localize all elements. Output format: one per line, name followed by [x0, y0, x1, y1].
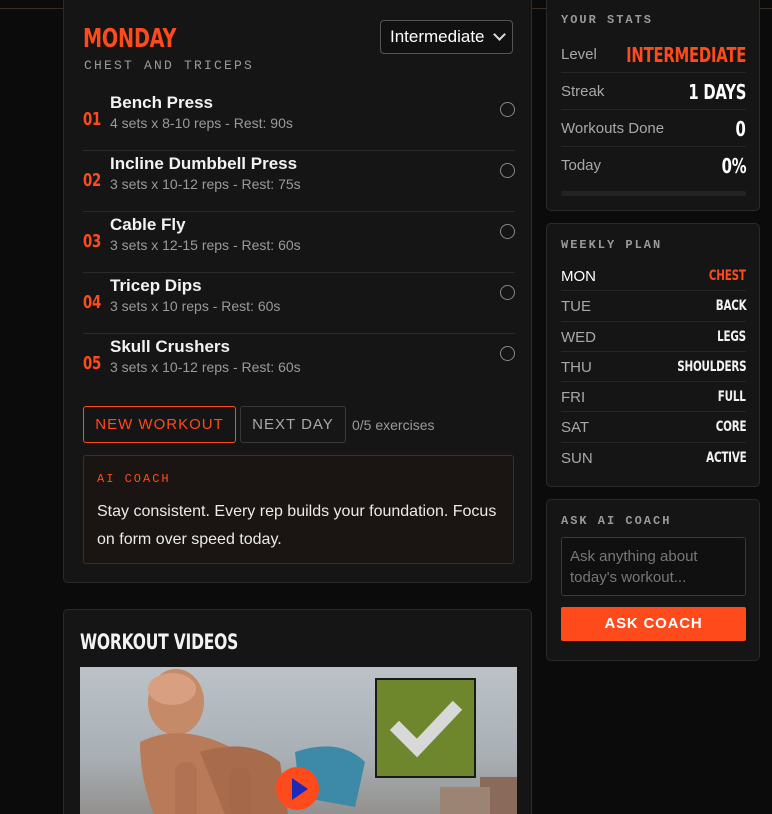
plan-focus: LEGS	[717, 328, 746, 345]
exercise-checkbox[interactable]	[500, 346, 515, 361]
stat-value: INTERMEDIATE	[626, 43, 746, 67]
stat-key: Streak	[561, 83, 605, 100]
stat-value: 1 DAYS	[688, 80, 746, 104]
exercise-checkbox[interactable]	[500, 102, 515, 117]
plan-day: TUE	[561, 298, 591, 316]
exercise-checkbox[interactable]	[500, 285, 515, 300]
plan-focus: CHEST	[709, 268, 746, 284]
exercise-row[interactable]: 04 Tricep Dips 3 sets x 10 reps - Rest: …	[83, 273, 515, 334]
plan-row-wed[interactable]: WED LEGS	[561, 322, 746, 352]
plan-focus: FULL	[718, 389, 746, 406]
plan-row-fri[interactable]: FRI FULL	[561, 382, 746, 413]
ask-coach-button[interactable]: ASK COACH	[561, 607, 746, 641]
exercise-row[interactable]: 01 Bench Press 4 sets x 8-10 reps - Rest…	[83, 90, 515, 151]
stat-key: Level	[561, 46, 597, 63]
exercise-number: 04	[83, 292, 102, 313]
ask-ai-coach-card: ASK AI COACH ASK COACH	[546, 499, 760, 661]
plan-row-sat[interactable]: SAT CORE	[561, 412, 746, 443]
exercise-row[interactable]: 05 Skull Crushers 3 sets x 10-12 reps - …	[83, 334, 515, 395]
exercise-detail: 3 sets x 10 reps - Rest: 60s	[110, 298, 281, 314]
ai-coach-box: AI COACH Stay consistent. Every rep buil…	[83, 455, 514, 564]
plan-day: MON	[561, 268, 596, 285]
exercise-checkbox[interactable]	[500, 224, 515, 239]
new-workout-button[interactable]: NEW WORKOUT	[83, 406, 236, 443]
plan-focus: CORE	[715, 419, 746, 436]
plan-row-mon[interactable]: MON CHEST	[561, 261, 746, 292]
plan-day: SUN	[561, 449, 593, 467]
your-stats-card: YOUR STATS Level INTERMEDIATE Streak 1 D…	[546, 0, 760, 211]
stat-row-streak: Streak 1 DAYS	[561, 73, 746, 110]
exercise-number: 01	[83, 109, 102, 130]
plan-focus: SHOULDERS	[676, 358, 746, 375]
plan-focus: BACK	[715, 298, 746, 315]
chevron-down-icon	[493, 28, 506, 41]
ai-coach-message: Stay consistent. Every rep builds your f…	[97, 503, 497, 548]
exercise-detail: 3 sets x 12-15 reps - Rest: 60s	[110, 237, 301, 253]
play-button[interactable]	[276, 767, 319, 810]
exercise-number: 05	[83, 353, 102, 374]
videos-title: WORKOUT VIDEOS	[80, 630, 239, 654]
exercise-row[interactable]: 03 Cable Fly 3 sets x 12-15 reps - Rest:…	[83, 212, 515, 273]
stat-row-today: Today 0%	[561, 147, 746, 184]
weekly-plan-card: WEEKLY PLAN MON CHEST TUE BACK WED LEGS …	[546, 223, 760, 487]
stat-value: 0%	[721, 154, 746, 178]
exercise-row[interactable]: 02 Incline Dumbbell Press 3 sets x 10-12…	[83, 151, 515, 212]
video-thumbnail[interactable]	[80, 667, 517, 814]
exercise-name: Bench Press	[110, 93, 213, 112]
exercise-name: Skull Crushers	[110, 337, 230, 356]
day-title: MONDAY	[83, 24, 177, 54]
exercise-checkbox[interactable]	[500, 163, 515, 178]
exercise-detail: 4 sets x 8-10 reps - Rest: 90s	[110, 115, 293, 131]
plan-day: WED	[561, 328, 596, 346]
play-icon	[292, 778, 308, 800]
weekly-plan-list: MON CHEST TUE BACK WED LEGS THU SHOULDER…	[561, 261, 746, 473]
exercise-number: 03	[83, 231, 102, 252]
plan-day: THU	[561, 358, 592, 376]
plan-row-thu[interactable]: THU SHOULDERS	[561, 352, 746, 383]
stat-key: Workouts Done	[561, 120, 665, 137]
exercise-progress-text: 0/5 exercises	[352, 417, 435, 433]
workout-videos-card: WORKOUT VIDEOS	[63, 609, 532, 814]
exercise-name: Tricep Dips	[110, 276, 202, 295]
workout-card: MONDAY CHEST AND TRICEPS Intermediate 01…	[63, 0, 532, 583]
stat-value: 0	[735, 117, 746, 141]
weekly-plan-label: WEEKLY PLAN	[561, 238, 663, 252]
stats-label: YOUR STATS	[561, 13, 654, 27]
ask-coach-input[interactable]	[561, 537, 746, 596]
ai-coach-label: AI COACH	[97, 472, 171, 486]
plan-focus: ACTIVE	[705, 449, 747, 466]
exercise-detail: 3 sets x 10-12 reps - Rest: 75s	[110, 176, 301, 192]
day-focus-subtitle: CHEST AND TRICEPS	[84, 58, 255, 73]
exercise-detail: 3 sets x 10-12 reps - Rest: 60s	[110, 359, 301, 375]
exercise-name: Cable Fly	[110, 215, 186, 234]
plan-day: SAT	[561, 419, 590, 437]
checkmark-icon	[375, 678, 476, 778]
plan-day: FRI	[561, 389, 586, 407]
level-select[interactable]: Intermediate	[380, 20, 513, 54]
stat-row-workouts-done: Workouts Done 0	[561, 110, 746, 147]
exercise-number: 02	[83, 170, 102, 191]
stat-key: Today	[561, 157, 602, 174]
exercise-list: 01 Bench Press 4 sets x 8-10 reps - Rest…	[83, 90, 515, 395]
plan-row-sun[interactable]: SUN ACTIVE	[561, 443, 746, 473]
today-progress-bar	[561, 191, 746, 196]
ask-coach-label: ASK AI COACH	[561, 514, 672, 528]
next-day-button[interactable]: NEXT DAY	[240, 406, 346, 443]
exercise-name: Incline Dumbbell Press	[110, 154, 298, 173]
level-select-value: Intermediate	[390, 27, 485, 46]
stat-row-level: Level INTERMEDIATE	[561, 36, 746, 73]
plan-row-tue[interactable]: TUE BACK	[561, 291, 746, 322]
